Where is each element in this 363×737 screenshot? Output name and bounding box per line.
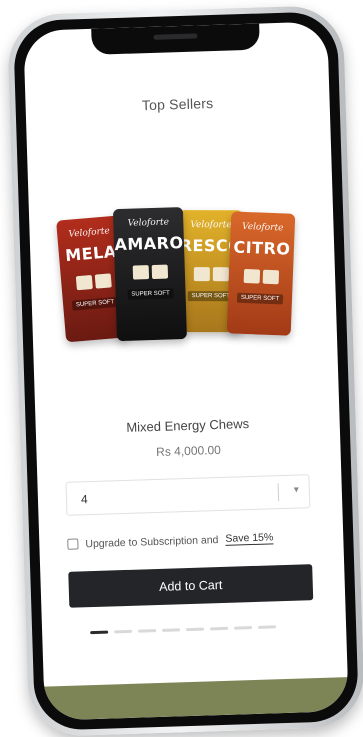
pack-chews — [132, 264, 168, 280]
pack-chews — [193, 267, 229, 282]
pack-brand: Veloforte — [241, 221, 284, 234]
quantity-value: 4 — [80, 492, 88, 507]
pack-chews — [243, 268, 279, 285]
carousel-dot[interactable] — [186, 627, 205, 632]
pack-flavor: CITRO — [233, 237, 291, 259]
pack-flavor: MELA — [64, 241, 118, 266]
carousel-dot[interactable] — [162, 628, 181, 632]
pack-flavor: AMARO — [114, 233, 184, 255]
carousel-dot[interactable] — [258, 625, 277, 629]
pack-citro: Veloforte CITRO SUPER SOFT — [226, 211, 296, 336]
select-divider — [277, 483, 280, 502]
pack-badge: SUPER SOFT — [236, 292, 284, 305]
chevron-down-icon[interactable]: ▾ — [294, 485, 299, 496]
subscription-label: Upgrade to Subscription and — [85, 533, 219, 550]
notch — [91, 23, 260, 55]
subscription-option[interactable]: Upgrade to Subscription and Save 15% — [67, 531, 274, 550]
phone-frame: Top Sellers Veloforte MELA SUPER SOFT Ve… — [6, 4, 363, 737]
carousel-dot[interactable] — [210, 626, 229, 631]
subscription-checkbox[interactable] — [67, 538, 79, 550]
pack-brand: Veloforte — [127, 217, 170, 229]
footer-band — [43, 677, 349, 721]
carousel-dot[interactable] — [114, 629, 133, 634]
speaker-grille — [153, 33, 198, 40]
carousel-dot[interactable] — [138, 629, 157, 633]
carousel-dots — [90, 625, 277, 635]
pack-chews — [75, 273, 112, 291]
product-image[interactable]: Veloforte MELA SUPER SOFT Veloforte AMAR… — [56, 197, 304, 354]
product-name: Mixed Energy Chews — [126, 416, 250, 435]
page-title: Top Sellers — [141, 95, 214, 114]
phone-screen: Top Sellers Veloforte MELA SUPER SOFT Ve… — [23, 21, 349, 721]
pack-badge: SUPER SOFT — [127, 288, 174, 300]
quantity-select[interactable]: 4 ▾ — [65, 474, 311, 516]
save-link[interactable]: Save 15% — [225, 531, 274, 546]
pack-brand: Veloforte — [68, 226, 111, 240]
carousel-dot[interactable] — [234, 626, 253, 630]
pack-amaro: Veloforte AMARO SUPER SOFT — [112, 207, 187, 342]
pack-badge: SUPER SOFT — [71, 296, 119, 311]
carousel-dot[interactable] — [90, 630, 109, 635]
pack-brand: Veloforte — [190, 220, 232, 231]
add-to-cart-button[interactable]: Add to Cart — [68, 564, 314, 608]
product-price: Rs 4,000.00 — [155, 442, 222, 459]
phone-bezel: Top Sellers Veloforte MELA SUPER SOFT Ve… — [12, 11, 360, 731]
